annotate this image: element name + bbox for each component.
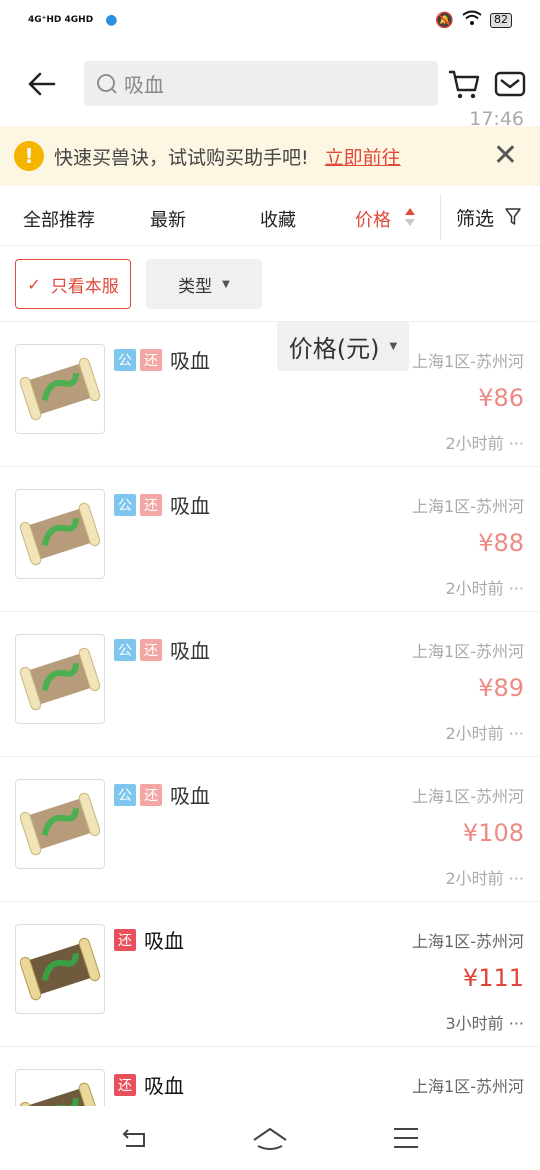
scroll-item-image bbox=[15, 779, 105, 869]
menu-icon[interactable] bbox=[392, 1126, 420, 1150]
item-server: 上海1区-苏州河 bbox=[412, 1077, 524, 1096]
item-server: 上海1区-苏州河 bbox=[412, 787, 524, 806]
network-indicator: 4G⁺HD 4GHD bbox=[28, 14, 94, 25]
search-icon bbox=[97, 73, 117, 94]
item-price: ¥108 bbox=[462, 819, 524, 847]
search-text: 吸血 bbox=[124, 73, 164, 97]
item-server: 上海1区-苏州河 bbox=[412, 352, 524, 371]
list-item[interactable]: 还 吸血 上海1区-苏州河 bbox=[0, 1047, 540, 1106]
bargain-tag: 还 bbox=[114, 928, 136, 951]
item-name: 吸血 bbox=[170, 349, 210, 373]
divider bbox=[440, 194, 441, 240]
wifi-icon bbox=[462, 9, 482, 31]
sort-arrows-icon bbox=[405, 208, 415, 226]
public-tag: 公 bbox=[114, 638, 136, 661]
item-time: 3小时前 ··· bbox=[445, 1014, 524, 1033]
scroll-item-image bbox=[15, 924, 105, 1014]
filter-chips: ✓ 只看本服 类型 ▼ 价格(元) ▼ bbox=[0, 259, 540, 371]
bargain-tag: 还 bbox=[140, 783, 162, 806]
caret-down-icon: ▼ bbox=[222, 278, 230, 290]
cart-icon[interactable] bbox=[446, 66, 482, 102]
home-icon[interactable] bbox=[252, 1126, 288, 1152]
item-price: ¥111 bbox=[462, 964, 524, 992]
item-name: 吸血 bbox=[144, 929, 184, 953]
type-label: 类型 bbox=[178, 276, 213, 297]
item-price: ¥89 bbox=[478, 674, 524, 702]
item-tags: 还 吸血 bbox=[114, 1070, 184, 1099]
list-item[interactable]: 公 还 吸血 上海1区-苏州河 ¥86 2小时前 ··· bbox=[0, 322, 540, 467]
system-nav-bar bbox=[0, 1108, 540, 1170]
public-tag: 公 bbox=[114, 348, 136, 371]
scroll-item-image bbox=[15, 1069, 105, 1106]
item-server: 上海1区-苏州河 bbox=[412, 642, 524, 661]
search-input[interactable]: 吸血 bbox=[84, 61, 438, 106]
filter-button[interactable]: 筛选 bbox=[456, 204, 494, 231]
battery-indicator: 82 bbox=[490, 12, 512, 28]
bargain-tag: 还 bbox=[140, 348, 162, 371]
bargain-tag: 还 bbox=[140, 638, 162, 661]
bargain-tag: 还 bbox=[114, 1073, 136, 1096]
only-this-server-label: 只看本服 bbox=[50, 276, 119, 297]
item-tags: 公 还 吸血 bbox=[114, 490, 210, 519]
item-tags: 公 还 吸血 bbox=[114, 780, 210, 809]
item-server: 上海1区-苏州河 bbox=[412, 932, 524, 951]
list-item[interactable]: 公 还 吸血 上海1区-苏州河 ¥89 2小时前 ··· bbox=[0, 612, 540, 757]
check-icon: ✓ bbox=[27, 274, 41, 294]
item-tags: 公 还 吸血 bbox=[114, 635, 210, 664]
item-name: 吸血 bbox=[170, 639, 210, 663]
back-arrow-icon[interactable] bbox=[24, 66, 60, 102]
item-time: 2小时前 ··· bbox=[445, 724, 524, 743]
mute-icon: 🔕 bbox=[435, 11, 454, 29]
item-time: 2小时前 ··· bbox=[445, 434, 524, 453]
item-tags: 还 吸血 bbox=[114, 925, 184, 954]
item-server: 上海1区-苏州河 bbox=[412, 497, 524, 516]
back-gesture-icon[interactable] bbox=[120, 1126, 148, 1150]
product-list: 公 还 吸血 上海1区-苏州河 ¥86 2小时前 ··· 公 还 吸血 上海1区… bbox=[0, 322, 540, 1106]
item-price: ¥88 bbox=[478, 529, 524, 557]
item-tags: 公 还 吸血 bbox=[114, 345, 210, 374]
close-icon[interactable]: ✕ bbox=[493, 141, 518, 171]
item-name: 吸血 bbox=[170, 784, 210, 808]
list-item[interactable]: 公 还 吸血 上海1区-苏州河 ¥88 2小时前 ··· bbox=[0, 467, 540, 612]
type-dropdown[interactable]: 类型 ▼ bbox=[146, 259, 262, 309]
only-this-server-chip[interactable]: ✓ 只看本服 bbox=[15, 259, 131, 309]
bargain-tag: 还 bbox=[140, 493, 162, 516]
public-tag: 公 bbox=[114, 493, 136, 516]
tab-favorites[interactable]: 收藏 bbox=[260, 206, 296, 232]
status-bar: 4G⁺HD 4GHD 17:46 ● 🔕 82 bbox=[0, 0, 540, 130]
tab-newest[interactable]: 最新 bbox=[150, 206, 186, 232]
notice-link[interactable]: 立即前往 bbox=[325, 143, 401, 170]
top-bar: 吸血 bbox=[0, 52, 540, 116]
item-name: 吸血 bbox=[170, 494, 210, 518]
mail-icon[interactable] bbox=[494, 68, 526, 100]
item-time: 2小时前 ··· bbox=[445, 579, 524, 598]
tab-recommended[interactable]: 全部推荐 bbox=[23, 206, 95, 232]
notice-banner: ! 快速买兽诀，试试购买助手吧! 立即前往 ✕ bbox=[0, 126, 540, 186]
scroll-item-image bbox=[15, 344, 105, 434]
scroll-item-image bbox=[15, 634, 105, 724]
item-time: 2小时前 ··· bbox=[445, 869, 524, 888]
app-notification-icon: ● bbox=[105, 12, 118, 28]
filter-icon[interactable] bbox=[505, 208, 521, 226]
sort-tabs: 全部推荐 最新 收藏 价格 筛选 bbox=[0, 188, 540, 246]
tab-price[interactable]: 价格 bbox=[355, 206, 391, 232]
item-name: 吸血 bbox=[144, 1074, 184, 1098]
item-price: ¥86 bbox=[478, 384, 524, 412]
list-item[interactable]: 公 还 吸血 上海1区-苏州河 ¥108 2小时前 ··· bbox=[0, 757, 540, 902]
list-item[interactable]: 还 吸血 上海1区-苏州河 ¥111 3小时前 ··· bbox=[0, 902, 540, 1047]
scroll-item-image bbox=[15, 489, 105, 579]
notice-message: 快速买兽诀，试试购买助手吧! bbox=[54, 146, 309, 169]
public-tag: 公 bbox=[114, 783, 136, 806]
warning-icon: ! bbox=[14, 141, 44, 171]
